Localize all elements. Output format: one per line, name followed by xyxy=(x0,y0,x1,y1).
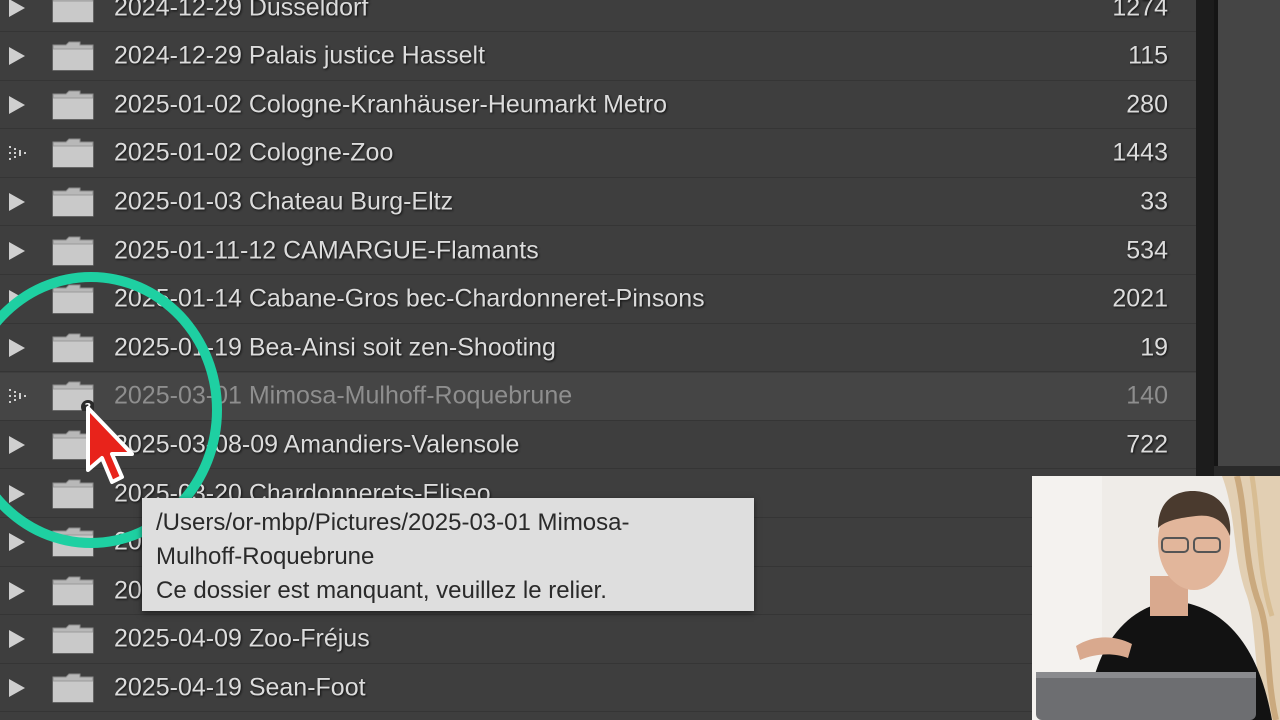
folder-name: 2025-03-08-09 Amandiers-Valensole xyxy=(114,430,520,459)
folder-photo-count: 2021 xyxy=(1112,284,1168,313)
screen: 2024-12-29 Dusseldorf 1274 2024-12-29 Pala… xyxy=(0,0,1280,720)
folder-icon xyxy=(52,0,94,22)
folder-photo-count: 19 xyxy=(1140,333,1168,362)
disclosure-triangle-icon[interactable] xyxy=(9,678,25,697)
missing-folder-tooltip: /Users/or-mbp/Pictures/2025-03-01 Mimosa… xyxy=(142,498,754,611)
disclosure-triangle-icon[interactable] xyxy=(9,338,25,357)
folder-name: 2024-12-29 Dusseldorf xyxy=(114,0,369,21)
folder-panel: 2024-12-29 Dusseldorf 1274 2024-12-29 Pala… xyxy=(0,0,1196,720)
folder-row[interactable]: 2025-01-02 Cologne-Kranhäuser-Heumarkt M… xyxy=(0,81,1196,130)
folder-icon xyxy=(52,138,94,168)
tooltip-path-line-1: /Users/or-mbp/Pictures/2025-03-01 Mimosa… xyxy=(156,509,630,536)
folder-icon xyxy=(52,333,94,363)
disclosure-triangle-icon[interactable] xyxy=(9,95,25,114)
folder-name: 20 xyxy=(114,576,142,605)
folder-row[interactable]: ?2025-03-01 Mimosa-Mulhoff-Roquebrune140 xyxy=(0,372,1196,421)
folder-name: 2025-01-19 Bea-Ainsi soit zen-Shooting xyxy=(114,333,556,362)
folder-icon xyxy=(52,673,94,703)
folder-name: 2025-01-02 Cologne-Zoo xyxy=(114,138,394,167)
expand-dots-icon[interactable] xyxy=(7,145,27,161)
folder-icon xyxy=(52,187,94,217)
folder-row[interactable]: 2024-12-29 Dusseldorf 1274 xyxy=(0,0,1196,32)
folder-photo-count: 280 xyxy=(1126,90,1168,119)
folder-row[interactable]: 2024-12-29 Palais justice Hasselt 115 xyxy=(0,33,1196,81)
folder-icon xyxy=(52,576,94,606)
folder-name: 2025-04-09 Zoo-Fréjus xyxy=(114,624,370,653)
folder-row[interactable]: 2025-01-14 Cabane-Gros bec-Chardonneret-… xyxy=(0,276,1196,324)
folder-row[interactable]: 2025-01-11-12 CAMARGUE-Flamants 534 xyxy=(0,227,1196,275)
folder-icon xyxy=(52,90,94,120)
folder-name: 2025-01-14 Cabane-Gros bec-Chardonneret-… xyxy=(114,284,705,313)
folder-name: 20 xyxy=(114,527,142,556)
folder-photo-count: 1443 xyxy=(1112,138,1168,167)
disclosure-triangle-icon[interactable] xyxy=(9,290,25,309)
folder-name: 2025-01-02 Cologne-Kranhäuser-Heumarkt M… xyxy=(114,90,668,119)
disclosure-triangle-icon[interactable] xyxy=(9,47,25,66)
folder-photo-count: 1274 xyxy=(1112,0,1168,21)
presenter-image xyxy=(1032,476,1280,720)
disclosure-triangle-icon[interactable] xyxy=(9,581,25,600)
folder-row[interactable]: 2025-01-19 Bea-Ainsi soit zen-Shooting 19 xyxy=(0,324,1196,373)
folder-row[interactable]: 2025-03-08-09 Amandiers-Valensole 722 xyxy=(0,421,1196,470)
disclosure-triangle-icon[interactable] xyxy=(9,435,25,454)
folder-icon xyxy=(52,236,94,265)
folder-name: 2025-01-03 Chateau Burg-Eltz xyxy=(114,187,454,216)
folder-name: 2025-01-11-12 CAMARGUE-Flamants xyxy=(114,236,539,264)
folder-photo-count: 534 xyxy=(1126,236,1168,264)
webcam-overlay xyxy=(1032,476,1280,720)
folder-icon xyxy=(52,527,94,557)
folder-photo-count: 115 xyxy=(1128,41,1168,70)
mouse-pointer-icon xyxy=(86,406,134,484)
tooltip-message: Ce dossier est manquant, veuillez le rel… xyxy=(156,577,607,604)
disclosure-triangle-icon[interactable] xyxy=(9,484,25,503)
folder-name: 2025-04-19 Sean-Foot xyxy=(114,673,366,702)
folder-photo-count: 33 xyxy=(1140,187,1168,216)
folder-row[interactable]: 2025-04-09 Zoo-Fréjus xyxy=(0,616,1196,664)
folder-name: 2025-03-01 Mimosa-Mulhoff-Roquebrune xyxy=(114,381,573,410)
tooltip-path-line-2: Mulhoff-Roquebrune xyxy=(156,543,375,570)
folder-name: 2024-12-29 Palais justice Hasselt xyxy=(114,41,486,70)
folder-row[interactable]: 2025-01-03 Chateau Burg-Eltz 33 xyxy=(0,178,1196,227)
folder-icon xyxy=(52,284,94,314)
disclosure-triangle-icon[interactable] xyxy=(9,0,25,17)
disclosure-triangle-icon[interactable] xyxy=(9,630,25,649)
expand-dots-icon[interactable] xyxy=(7,388,27,404)
disclosure-triangle-icon[interactable] xyxy=(9,533,25,552)
disclosure-triangle-icon[interactable] xyxy=(9,241,25,260)
folder-photo-count: 722 xyxy=(1126,430,1168,459)
folder-photo-count: 140 xyxy=(1126,381,1168,410)
side-panel xyxy=(1214,0,1280,466)
folder-row[interactable]: 2025-04-19 Sean-Foot xyxy=(0,664,1196,713)
folder-row[interactable]: 2025-01-02 Cologne-Zoo 1443 xyxy=(0,130,1196,178)
disclosure-triangle-icon[interactable] xyxy=(9,192,25,211)
folder-icon xyxy=(52,41,94,71)
folder-icon xyxy=(52,624,94,654)
